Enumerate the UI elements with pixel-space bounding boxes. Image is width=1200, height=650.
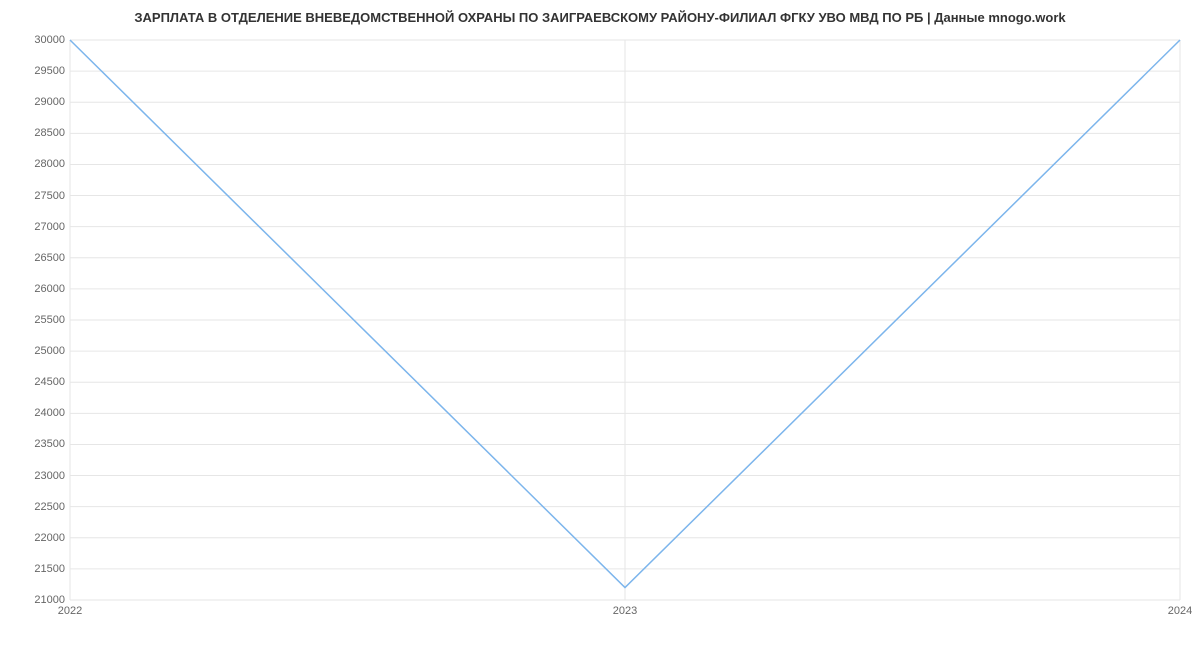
grid-group [70, 40, 1180, 600]
x-tick-label: 2022 [58, 605, 82, 617]
y-tick-label: 23000 [5, 470, 65, 482]
x-tick-label: 2024 [1168, 605, 1192, 617]
y-tick-label: 27000 [5, 221, 65, 233]
y-tick-label: 25500 [5, 314, 65, 326]
y-tick-label: 29500 [5, 65, 65, 77]
y-tick-label: 21500 [5, 563, 65, 575]
y-tick-label: 30000 [5, 34, 65, 46]
y-tick-label: 27500 [5, 190, 65, 202]
y-tick-label: 28500 [5, 127, 65, 139]
y-tick-label: 26500 [5, 252, 65, 264]
y-tick-label: 22000 [5, 532, 65, 544]
plot-area [70, 40, 1180, 600]
y-tick-label: 29000 [5, 96, 65, 108]
y-tick-label: 26000 [5, 283, 65, 295]
y-tick-label: 24000 [5, 407, 65, 419]
chart-title: ЗАРПЛАТА В ОТДЕЛЕНИЕ ВНЕВЕДОМСТВЕННОЙ ОХ… [0, 0, 1200, 30]
chart-svg [70, 40, 1180, 600]
y-tick-label: 28000 [5, 158, 65, 170]
chart-container: ЗАРПЛАТА В ОТДЕЛЕНИЕ ВНЕВЕДОМСТВЕННОЙ ОХ… [0, 0, 1200, 650]
x-tick-label: 2023 [613, 605, 637, 617]
y-tick-label: 25000 [5, 345, 65, 357]
y-tick-label: 24500 [5, 376, 65, 388]
y-tick-label: 21000 [5, 594, 65, 606]
y-tick-label: 22500 [5, 501, 65, 513]
y-tick-label: 23500 [5, 438, 65, 450]
